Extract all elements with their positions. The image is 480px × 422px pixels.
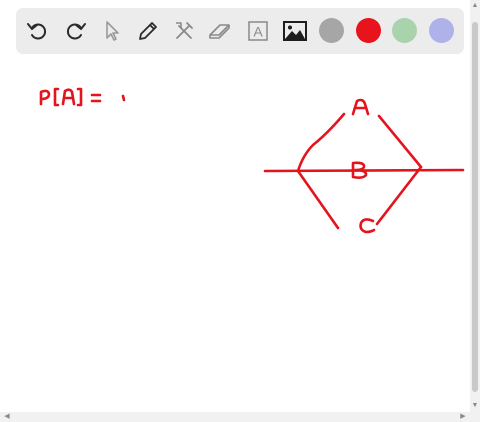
- right-lower-branch: [375, 165, 423, 226]
- node-a-label: [351, 98, 370, 116]
- horizontal-scrollbar[interactable]: ◀ ▶: [0, 412, 470, 422]
- ink-strokes: [39, 87, 465, 234]
- node-b-label: [351, 161, 368, 179]
- left-bracket: [53, 87, 60, 107]
- vertical-scrollbar[interactable]: ▲ ▼: [470, 0, 480, 422]
- scroll-up-arrow-icon[interactable]: ▲: [471, 2, 479, 10]
- scroll-right-arrow-icon[interactable]: ▶: [459, 413, 467, 421]
- vertical-scroll-thumb[interactable]: [472, 22, 478, 392]
- equals-sign: [90, 93, 102, 103]
- right-bracket: [76, 87, 83, 107]
- letter-p: [39, 89, 51, 106]
- left-lower-branch: [296, 169, 340, 230]
- tick-mark: [121, 94, 126, 102]
- left-upper-branch: [296, 112, 346, 173]
- scroll-left-arrow-icon[interactable]: ◀: [3, 413, 11, 421]
- drawing-canvas[interactable]: A ▲ ▼ ◀ ▶: [0, 0, 480, 422]
- handwritten-drawing: [39, 87, 465, 234]
- node-c-label: [359, 218, 376, 234]
- letter-a-inline: [61, 88, 76, 106]
- scroll-down-arrow-icon[interactable]: ▼: [471, 402, 479, 410]
- right-upper-branch: [377, 114, 423, 169]
